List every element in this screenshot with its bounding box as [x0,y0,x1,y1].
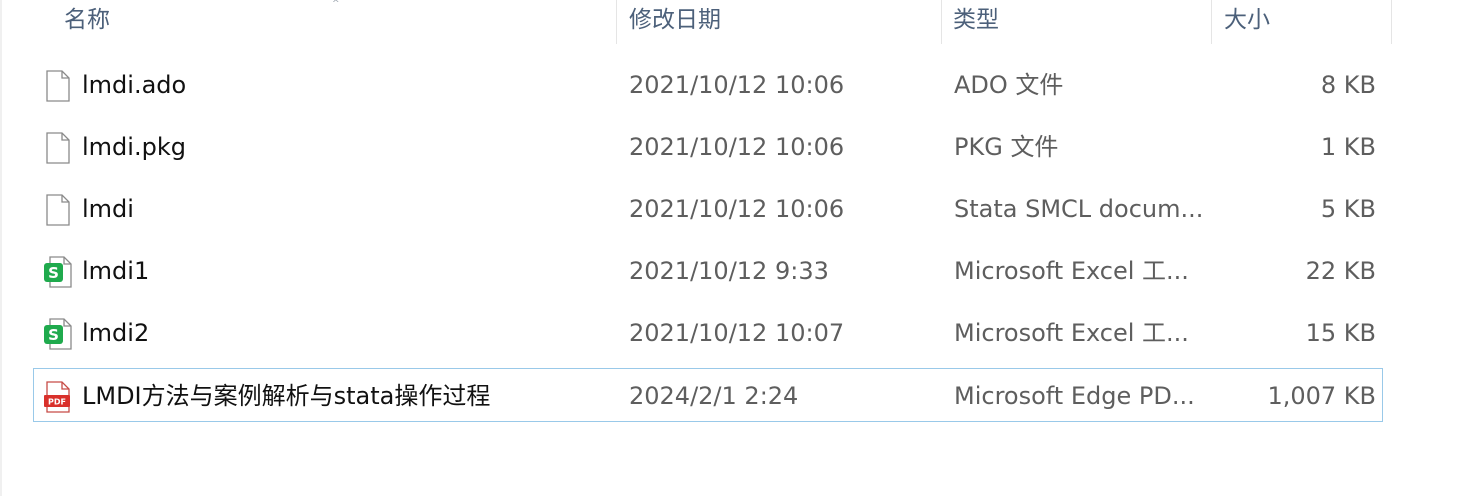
file-size: 22 KB [1305,257,1376,285]
file-date-modified: 2024/2/1 2:24 [629,382,799,410]
column-divider[interactable] [1211,0,1212,44]
file-date-modified: 2021/10/12 10:06 [629,133,845,161]
column-header-bar: ^ 名称 修改日期 类型 大小 [0,0,1392,44]
file-type: Stata SMCL docum... [954,195,1204,223]
column-divider[interactable] [616,0,617,44]
file-name[interactable]: lmdi [82,182,612,236]
file-explorer-list-view: ^ 名称 修改日期 类型 大小 lmdi.ado 2021/10/12 10:0… [0,0,1478,496]
file-size: 1,007 KB [1267,382,1376,410]
file-type: PKG 文件 [954,133,1059,161]
file-type: ADO 文件 [954,71,1064,99]
file-type: Microsoft Excel 工... [954,319,1189,347]
column-header-date-modified[interactable]: 修改日期 [629,0,941,44]
column-divider[interactable] [941,0,942,44]
file-name[interactable]: lmdi2 [82,306,612,360]
file-name[interactable]: lmdi.pkg [82,120,612,174]
svg-text:S: S [48,264,59,282]
column-header-size[interactable]: 大小 [1224,0,1390,44]
file-date-modified: 2021/10/12 10:06 [629,71,845,99]
blank-file-icon [44,132,72,164]
column-header-type[interactable]: 类型 [953,0,1211,44]
file-row[interactable]: lmdi.ado 2021/10/12 10:06 ADO 文件 8 KB [33,57,1383,111]
svg-text:PDF: PDF [48,398,66,407]
file-row[interactable]: PDF LMDI方法与案例解析与stata操作过程 2024/2/1 2:24 … [33,368,1383,422]
file-row[interactable]: S lmdi2 2021/10/12 10:07 Microsoft Excel… [33,305,1383,359]
file-date-modified: 2021/10/12 10:07 [629,319,845,347]
file-size: 8 KB [1320,71,1376,99]
column-header-name[interactable]: 名称 [64,0,616,44]
svg-text:S: S [48,326,59,344]
file-type: Microsoft Edge PD... [954,382,1195,410]
file-row[interactable]: lmdi.pkg 2021/10/12 10:06 PKG 文件 1 KB [33,119,1383,173]
spreadsheet-icon: S [44,318,72,350]
file-date-modified: 2021/10/12 9:33 [629,257,829,285]
file-name[interactable]: lmdi1 [82,244,612,298]
file-row[interactable]: S lmdi1 2021/10/12 9:33 Microsoft Excel … [33,243,1383,297]
window-left-edge [0,0,2,496]
file-size: 1 KB [1320,133,1376,161]
pdf-icon: PDF [44,381,72,413]
spreadsheet-icon: S [44,256,72,288]
file-name[interactable]: LMDI方法与案例解析与stata操作过程 [82,369,612,423]
blank-file-icon [44,70,72,102]
file-name[interactable]: lmdi.ado [82,58,612,112]
file-size: 15 KB [1305,319,1376,347]
file-row[interactable]: lmdi 2021/10/12 10:06 Stata SMCL docum..… [33,181,1383,235]
column-divider[interactable] [1391,0,1392,44]
file-date-modified: 2021/10/12 10:06 [629,195,845,223]
file-size: 5 KB [1320,195,1376,223]
file-type: Microsoft Excel 工... [954,257,1189,285]
blank-file-icon [44,194,72,226]
